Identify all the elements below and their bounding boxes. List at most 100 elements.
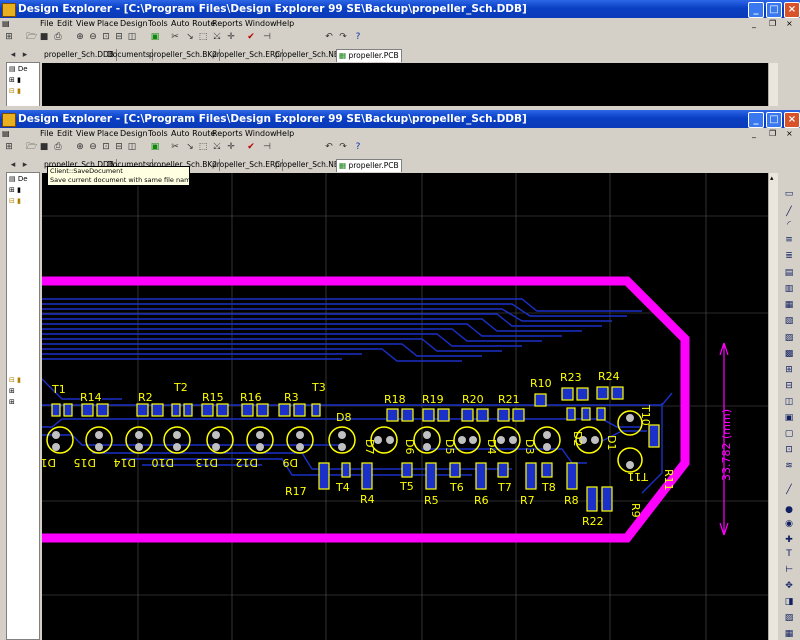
align-icon[interactable]: ▥ [783,284,795,295]
tree-db-icon[interactable]: ⊟ ▮ [9,87,21,96]
redo-icon[interactable]: ↷ [338,32,348,42]
menu-edit[interactable]: Edit [57,128,73,140]
menu-help[interactable]: Help [276,128,294,140]
tree-node-icon[interactable]: ⊞ [9,398,15,407]
restore-doc-icon[interactable]: ❐ [769,128,776,140]
tab-scroll-left-icon[interactable]: ◂ [8,160,18,170]
component-icon[interactable]: ⊣ [262,142,272,152]
select-icon[interactable]: ⬚ [198,142,208,152]
help-icon[interactable]: ? [353,142,363,152]
tree-root-item[interactable]: ▤ De [9,65,28,74]
open-icon[interactable]: 🗁 [26,142,37,152]
tree-node-icon[interactable]: ⊟ ▮ [9,376,21,385]
tree-root-item[interactable]: ▤ De [9,175,28,184]
menu-reports[interactable]: Reports [212,18,243,30]
undo-icon[interactable]: ↶ [324,142,334,152]
align-icon[interactable]: ▤ [783,268,795,279]
minimize-button[interactable]: _ [748,2,764,18]
zoom-area-icon[interactable]: ⊡ [101,142,111,152]
component-icon[interactable]: ⊣ [262,32,272,42]
menu-view[interactable]: View [76,128,95,140]
browse-icon[interactable]: ▣ [150,32,160,42]
print-icon[interactable]: ⎙ [53,142,63,152]
align-icon[interactable]: ▣ [783,413,795,424]
drc-icon[interactable]: ✔ [246,32,256,42]
zoom-out-icon[interactable]: ⊖ [88,32,98,42]
dimension-icon[interactable]: ⊢ [783,565,795,576]
move-icon[interactable]: ✛ [226,142,236,152]
close-doc-icon[interactable]: × [786,18,793,30]
help-icon[interactable]: ? [353,32,363,42]
redo-icon[interactable]: ↷ [338,142,348,152]
menu-help[interactable]: Help [276,18,294,30]
align-icon[interactable]: ◫ [783,397,795,408]
minimize-button[interactable]: _ [748,112,764,128]
menu-tools[interactable]: Tools [148,18,168,30]
deselect-icon[interactable]: ⤩ [212,32,222,42]
drc-icon[interactable]: ✔ [246,142,256,152]
minimize-doc-icon[interactable]: _ [752,128,756,140]
close-button[interactable]: × [784,112,800,128]
open-icon[interactable]: 🗁 [26,32,37,42]
title-bar[interactable]: Design Explorer - [C:\Program Files\Desi… [0,110,800,128]
scroll-up-icon[interactable]: ▴ [770,174,774,182]
pad-icon[interactable]: ◉ [783,519,795,530]
menu-window[interactable]: Window [245,128,277,140]
tab-propeller-pcb[interactable]: ▦ propeller.PCB [336,49,402,62]
align-icon[interactable]: ▧ [783,316,795,327]
close-button[interactable]: × [784,2,800,18]
browse-icon[interactable]: ▣ [150,142,160,152]
align-icon[interactable]: ≋ [783,461,795,472]
zoom-in-icon[interactable]: ⊕ [75,142,85,152]
tree-node-icon[interactable]: ⊞ [9,387,15,396]
text-icon[interactable]: T [783,549,795,560]
align-icon[interactable]: ⊡ [783,445,795,456]
align-icon[interactable]: ▩ [783,349,795,360]
menu-place[interactable]: Place [97,128,118,140]
minimize-doc-icon[interactable]: _ [752,18,756,30]
fill-icon[interactable]: ◨ [783,597,795,608]
align-icon[interactable]: ⊟ [783,381,795,392]
move-icon[interactable]: ✛ [226,32,236,42]
menu-auto-route[interactable]: Auto Route [171,18,215,30]
track-icon[interactable]: ╱ [783,207,795,218]
align-icon[interactable]: ≡ [783,235,795,246]
menu-window[interactable]: Window [245,18,277,30]
zoom-area-icon[interactable]: ⊡ [101,32,111,42]
align-icon[interactable]: ▦ [783,300,795,311]
polygon-icon[interactable]: ▨ [783,613,795,624]
maximize-button[interactable]: □ [766,112,782,128]
doc-menu-icon[interactable]: ▤ [2,128,10,140]
align-icon[interactable]: ⊞ [783,365,795,376]
pcb-layout[interactable]: T1 R14 R2 T2 R15 R16 R3 T3 D8 R18 R19 R20 R21 R10 R23 R… [42,173,768,640]
arc-icon[interactable]: ◜ [783,220,795,231]
menu-place[interactable]: Place [97,18,118,30]
pcb-canvas[interactable]: T1 R14 R2 T2 R15 R16 R3 T3 D8 R18 R19 R20 R21 R10 R23 R… [42,173,768,640]
route-icon[interactable]: ↘ [185,142,195,152]
tab-scroll-left-icon[interactable]: ◂ [8,50,18,60]
tab-scroll-right-icon[interactable]: ▸ [20,160,30,170]
close-doc-icon[interactable]: × [786,128,793,140]
align-icon[interactable]: ▢ [783,429,795,440]
route-icon[interactable]: ↘ [185,32,195,42]
pcb-canvas-back[interactable] [42,63,768,106]
menu-file[interactable]: File [40,18,53,30]
doc-menu-icon[interactable]: ▤ [2,18,10,30]
zoom-last-icon[interactable]: ◫ [127,32,137,42]
design-manager-icon[interactable]: ⊞ [4,32,14,42]
title-bar[interactable]: Design Explorer - [C:\Program Files\Desi… [0,0,800,18]
deselect-icon[interactable]: ⤩ [212,142,222,152]
zoom-in-icon[interactable]: ⊕ [75,32,85,42]
via-icon[interactable]: ● [783,505,795,516]
origin-icon[interactable]: ✥ [783,581,795,592]
restore-doc-icon[interactable]: ❐ [769,18,776,30]
string-icon[interactable]: ✚ [783,535,795,546]
align-icon[interactable]: ≣ [783,251,795,262]
align-icon[interactable]: ▨ [783,333,795,344]
cutout-icon[interactable]: ▦ [783,629,795,640]
menu-design[interactable]: Design [120,128,148,140]
tree-expand-icon[interactable]: ⊞ ▮ [9,186,21,195]
line-icon[interactable]: ╱ [783,485,795,496]
cut-icon[interactable]: ✂ [170,32,180,42]
tree-db-icon[interactable]: ⊟ ▮ [9,197,21,206]
